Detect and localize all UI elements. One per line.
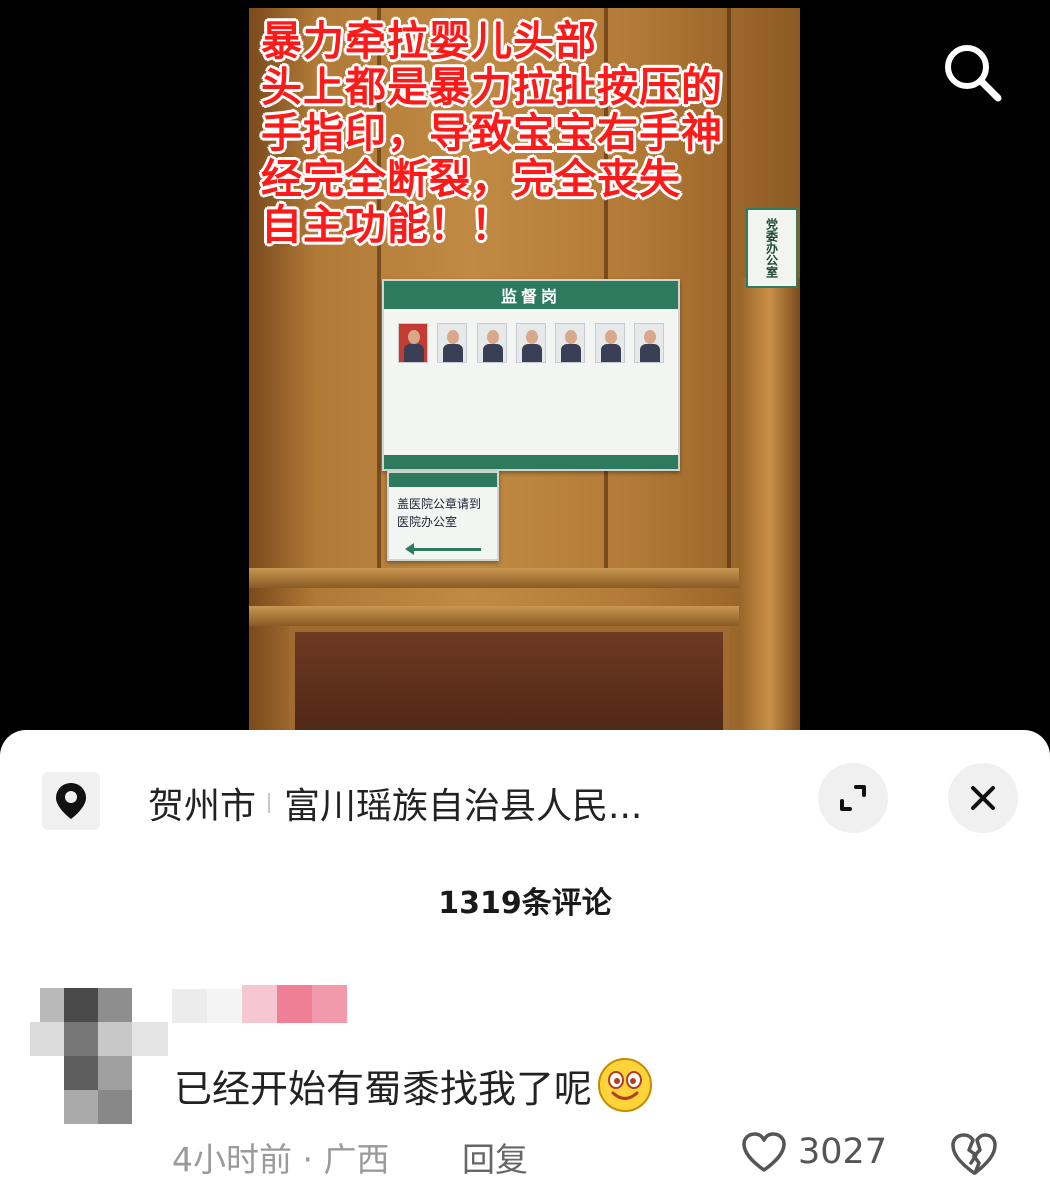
like-button[interactable]: 3027 (740, 1130, 887, 1174)
caption-line: 自主功能！！ (261, 201, 513, 249)
location-icon-box (42, 772, 100, 830)
comment-text: 已经开始有蜀黍找我了呢 (174, 1066, 593, 1111)
video-player[interactable]: 党委办公室 监督岗 盖医院公章请到医院办公室 暴力牵拉婴儿头部 头上都是暴力拉扯… (0, 0, 1050, 735)
supervision-board: 监督岗 (382, 279, 680, 471)
caption-line: 经完全断裂，完全丧失 (261, 155, 681, 203)
staff-photo (555, 323, 586, 363)
like-count: 3027 (798, 1132, 888, 1172)
staff-photo (515, 323, 546, 363)
location-city: 贺州市 (148, 786, 257, 827)
staff-photo (398, 323, 428, 363)
broken-heart-icon (951, 1133, 997, 1175)
close-button[interactable] (948, 763, 1018, 833)
comment-sheet: 贺州市 富川瑶族自治县人民... 1319条评论 已经开始有蜀黍找我了呢 4小时… (0, 730, 1050, 1200)
staff-photo (633, 323, 664, 363)
door-jamb (739, 278, 800, 735)
expand-button[interactable] (818, 763, 888, 833)
search-button[interactable] (938, 38, 1006, 106)
close-icon (971, 786, 995, 810)
office-notice-sign: 盖医院公章请到医院办公室 (387, 471, 499, 561)
door-panel (289, 626, 729, 735)
staff-photo (594, 323, 625, 363)
comment-count: 1319条评论 (438, 886, 612, 921)
avatar[interactable] (30, 988, 168, 1126)
video-caption-overlay: 暴力牵拉婴儿头部 头上都是暴力拉扯按压的 手指印，导致宝宝右手神 经完全断裂，完… (261, 18, 800, 248)
expand-icon (840, 785, 866, 811)
location-divider (268, 793, 271, 813)
heart-icon (742, 1132, 786, 1172)
notice-text: 盖医院公章请到医院办公室 (397, 497, 482, 529)
dislike-button[interactable] (948, 1130, 1000, 1178)
caption-line: 暴力牵拉婴儿头部 (261, 17, 597, 65)
comment-body: 已经开始有蜀黍找我了呢 (174, 1056, 654, 1114)
arrow-left-icon (405, 543, 481, 555)
board-title: 监督岗 (500, 287, 561, 306)
username-pixelated[interactable] (172, 985, 347, 1030)
video-frame: 党委办公室 监督岗 盖医院公章请到医院办公室 暴力牵拉婴儿头部 头上都是暴力拉扯… (249, 8, 800, 735)
caption-line: 头上都是暴力拉扯按压的 (261, 63, 723, 111)
location-place: 富川瑶族自治县人民... (284, 786, 643, 827)
caption-line: 手指印，导致宝宝右手神 (261, 109, 723, 157)
smiley-emoji (598, 1058, 653, 1112)
staff-photo (476, 323, 507, 363)
location-link[interactable]: 贺州市 富川瑶族自治县人民... (148, 778, 642, 828)
search-icon (945, 45, 1002, 102)
location-pin-icon (56, 783, 86, 819)
reply-button[interactable]: 回复 (462, 1133, 528, 1181)
staff-photo (437, 323, 468, 363)
comment-meta: 4小时前 · 广西 (172, 1140, 390, 1179)
